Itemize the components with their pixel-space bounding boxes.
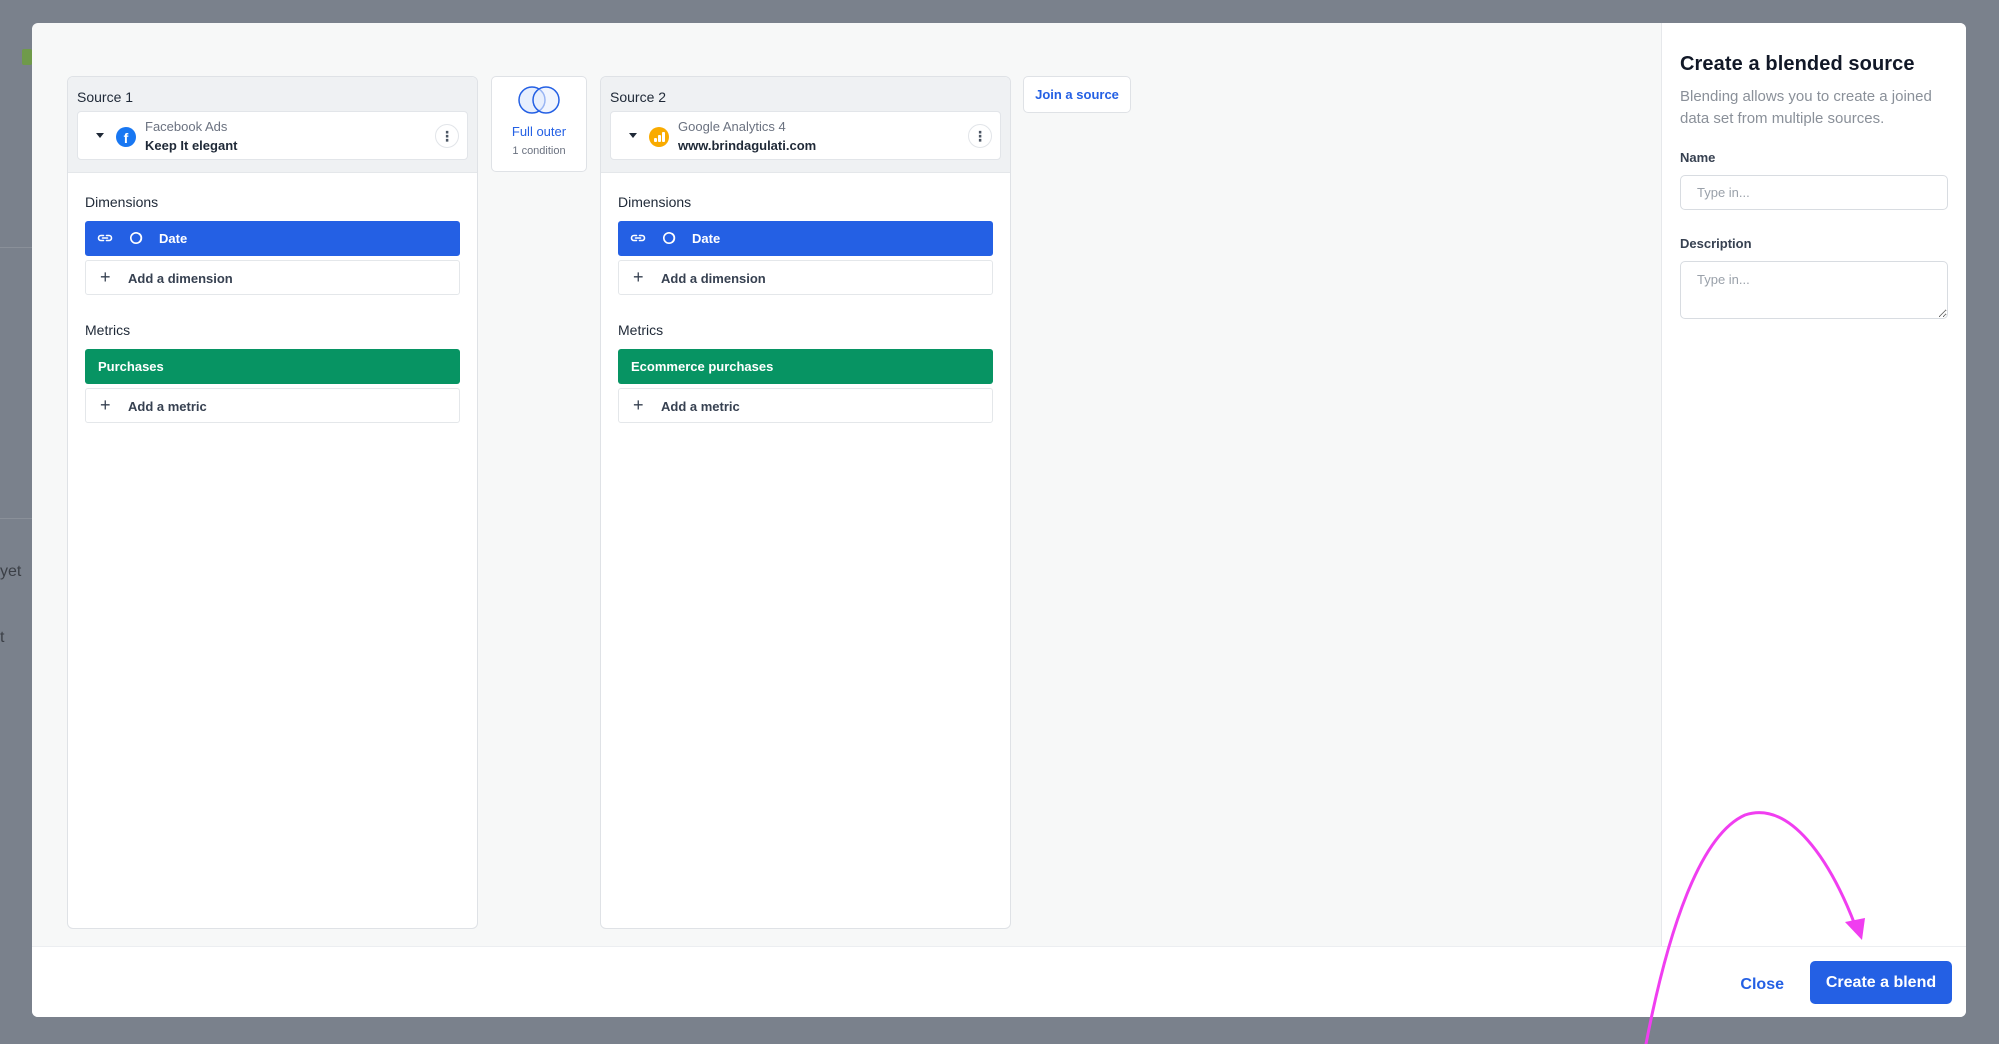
- join-key-icon: [663, 232, 676, 244]
- add-dimension-button[interactable]: + Add a dimension: [618, 260, 993, 295]
- facebook-logo-icon: f: [116, 127, 136, 147]
- background-divider: [0, 247, 32, 248]
- modal-footer: Close Create a blend: [32, 946, 1966, 1017]
- dimension-label: Date: [159, 231, 188, 246]
- link-icon: [630, 234, 646, 242]
- background-divider: [0, 518, 32, 519]
- source-header: Source 1 f Facebook Ads Keep It elegant …: [68, 77, 477, 173]
- name-input[interactable]: [1680, 175, 1948, 210]
- source-title: Source 1: [77, 89, 134, 105]
- metric-chip[interactable]: Ecommerce purchases: [618, 349, 993, 384]
- close-button[interactable]: Close: [1740, 976, 1784, 994]
- add-metric-label: Add a metric: [661, 399, 740, 414]
- source-panel-2: Source 2 Google Analytics 4 www.brindagu…: [600, 76, 1011, 929]
- caret-down-icon[interactable]: [629, 133, 637, 138]
- source-type: Facebook Ads: [145, 119, 228, 134]
- add-dimension-label: Add a dimension: [128, 271, 233, 286]
- join-type-selector[interactable]: Full outer 1 condition: [491, 76, 587, 172]
- venn-diagram-icon: [518, 86, 560, 114]
- join-condition-count: 1 condition: [512, 145, 566, 157]
- description-label: Description: [1680, 236, 1752, 251]
- join-source-button[interactable]: Join a source: [1023, 76, 1131, 113]
- source-header: Source 2 Google Analytics 4 www.brindagu…: [601, 77, 1010, 173]
- plus-icon: +: [100, 267, 111, 287]
- name-label: Name: [1680, 150, 1716, 165]
- metrics-label: Metrics: [85, 322, 131, 338]
- plus-icon: +: [633, 395, 644, 415]
- source-selector[interactable]: f Facebook Ads Keep It elegant ⋮: [77, 111, 468, 160]
- more-options-icon[interactable]: ⋮: [968, 124, 992, 148]
- caret-down-icon[interactable]: [96, 133, 104, 138]
- metric-label: Purchases: [98, 359, 164, 374]
- google-analytics-logo-icon: [649, 127, 669, 147]
- join-type-label: Full outer: [511, 124, 567, 139]
- description-input[interactable]: [1680, 261, 1948, 319]
- sidebar-description: Blending allows you to create a joined d…: [1680, 88, 1932, 127]
- dimensions-label: Dimensions: [618, 194, 692, 210]
- background-text: t: [0, 629, 5, 646]
- plus-icon: +: [100, 395, 111, 415]
- metric-label: Ecommerce purchases: [631, 359, 774, 374]
- source-type: Google Analytics 4: [678, 119, 786, 134]
- source-panel-1: Source 1 f Facebook Ads Keep It elegant …: [67, 76, 478, 929]
- sidebar-title: Create a blended source: [1680, 53, 1915, 75]
- add-metric-button[interactable]: + Add a metric: [618, 388, 993, 423]
- join-key-icon: [130, 232, 143, 244]
- background-app-badge: [22, 49, 32, 65]
- dimensions-label: Dimensions: [85, 194, 159, 210]
- source-title: Source 2: [610, 89, 667, 105]
- metrics-label: Metrics: [618, 322, 664, 338]
- add-metric-label: Add a metric: [128, 399, 207, 414]
- add-dimension-label: Add a dimension: [661, 271, 766, 286]
- dimension-chip[interactable]: Date: [618, 221, 993, 256]
- create-blend-button[interactable]: Create a blend: [1810, 961, 1952, 1004]
- add-metric-button[interactable]: + Add a metric: [85, 388, 460, 423]
- plus-icon: +: [633, 267, 644, 287]
- blend-modal: Source 1 f Facebook Ads Keep It elegant …: [32, 23, 1966, 1017]
- add-dimension-button[interactable]: + Add a dimension: [85, 260, 460, 295]
- blend-settings-sidebar: Create a blended source Blending allows …: [1661, 23, 1966, 946]
- background-text: yet: [0, 563, 22, 580]
- source-name: www.brindagulati.com: [678, 138, 817, 153]
- dimension-chip[interactable]: Date: [85, 221, 460, 256]
- more-options-icon[interactable]: ⋮: [435, 124, 459, 148]
- source-name: Keep It elegant: [145, 138, 238, 153]
- dimension-label: Date: [692, 231, 721, 246]
- metric-chip[interactable]: Purchases: [85, 349, 460, 384]
- source-selector[interactable]: Google Analytics 4 www.brindagulati.com …: [610, 111, 1001, 160]
- link-icon: [97, 234, 113, 242]
